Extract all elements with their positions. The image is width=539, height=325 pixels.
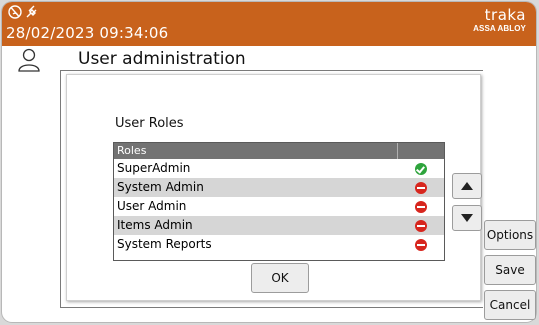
arrow-up-icon <box>461 182 473 190</box>
no-network-icon <box>8 5 22 19</box>
cancel-button[interactable]: Cancel <box>484 290 536 320</box>
plug-icon <box>26 5 37 18</box>
page-title: User administration <box>78 49 246 69</box>
user-icon <box>18 48 40 72</box>
options-button[interactable]: Options <box>484 220 536 250</box>
table-row[interactable]: System Reports <box>114 235 444 254</box>
role-name: Items Admin <box>117 218 193 232</box>
top-bar: 28/02/2023 09:34:06 traka ASSA ABLOY <box>2 2 536 46</box>
role-name: User Admin <box>117 199 187 213</box>
status-icons <box>8 5 37 19</box>
ok-button[interactable]: OK <box>251 263 309 293</box>
role-name: SuperAdmin <box>117 161 191 175</box>
table-row[interactable]: System Admin <box>114 178 444 197</box>
granted-icon <box>414 162 427 175</box>
dialog-title: User Roles <box>115 116 184 131</box>
brand-name: traka <box>484 6 526 24</box>
status-cell <box>397 238 444 251</box>
denied-icon <box>414 238 427 251</box>
roles-table: Roles SuperAdmin System Admin User Admin… <box>113 142 445 261</box>
denied-icon <box>414 200 427 213</box>
move-down-button[interactable] <box>452 205 482 231</box>
role-name: System Reports <box>117 237 212 251</box>
status-cell <box>397 162 444 175</box>
status-cell <box>397 200 444 213</box>
brand-subtitle: ASSA ABLOY <box>473 24 526 33</box>
arrow-down-icon <box>461 214 473 222</box>
table-row[interactable]: Items Admin <box>114 216 444 235</box>
table-row[interactable]: SuperAdmin <box>114 159 444 178</box>
status-cell <box>397 219 444 232</box>
status-cell <box>397 181 444 194</box>
column-header-roles: Roles <box>114 143 398 159</box>
denied-icon <box>414 219 427 232</box>
save-button[interactable]: Save <box>484 255 536 285</box>
table-header: Roles <box>114 143 444 159</box>
brand-logo: traka ASSA ABLOY <box>473 8 526 34</box>
datetime-display: 28/02/2023 09:34:06 <box>6 24 169 42</box>
move-up-button[interactable] <box>452 173 482 199</box>
table-row[interactable]: User Admin <box>114 197 444 216</box>
role-name: System Admin <box>117 180 204 194</box>
denied-icon <box>414 181 427 194</box>
